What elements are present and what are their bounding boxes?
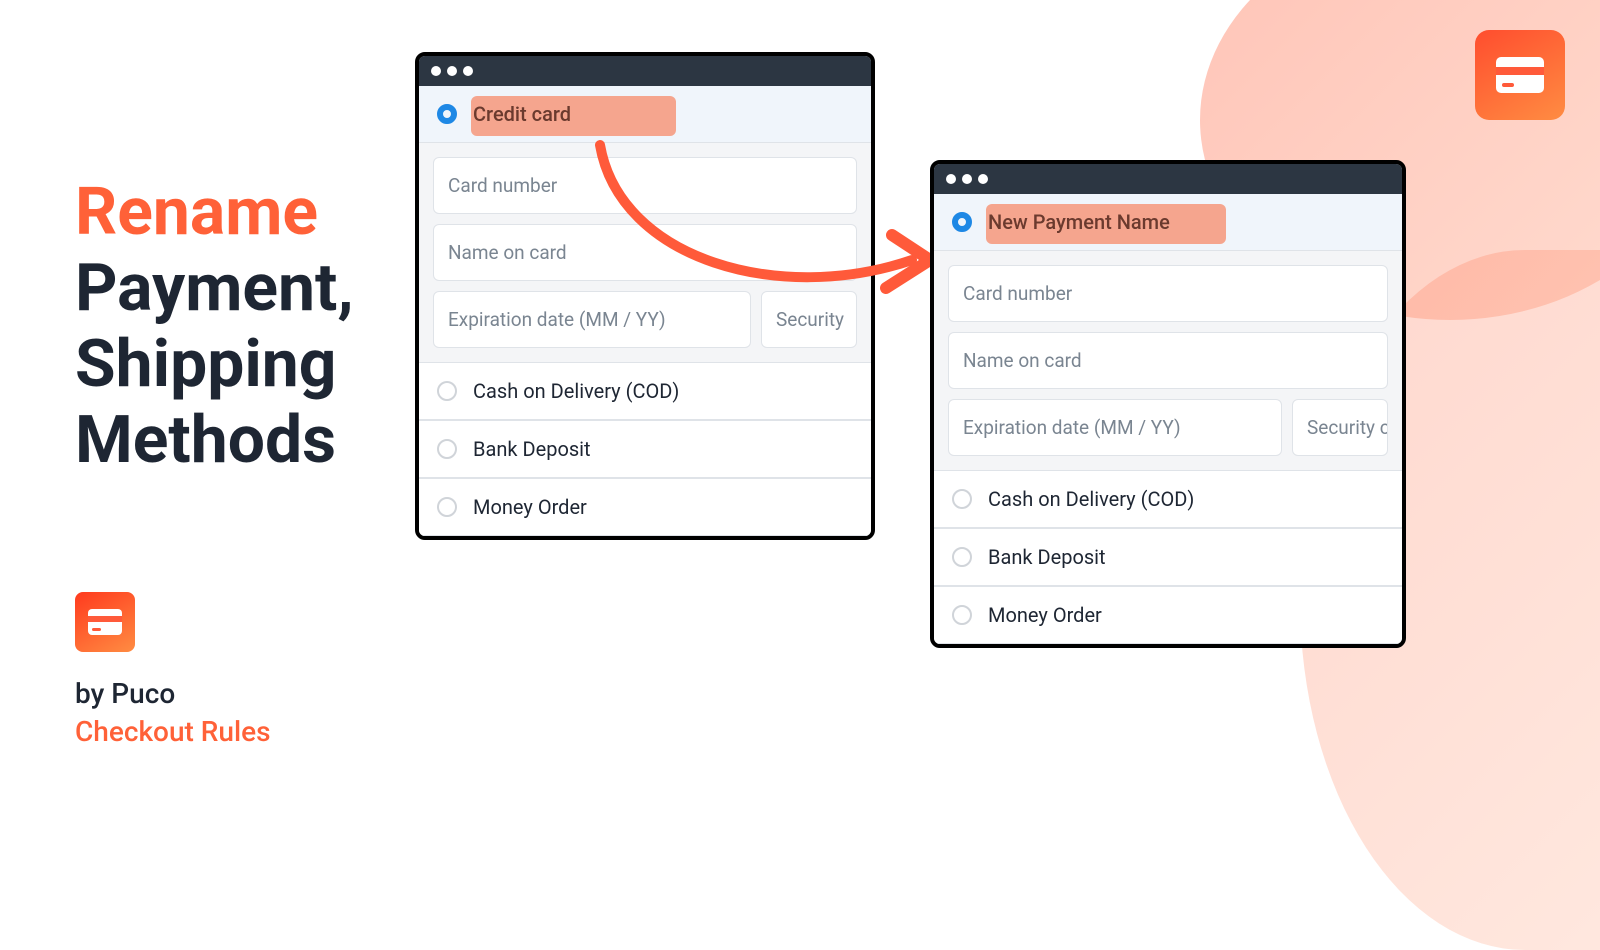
option-label: Bank Deposit — [988, 545, 1106, 569]
heading-shipping: Shipping — [75, 327, 354, 403]
option-label: Cash on Delivery (COD) — [988, 487, 1194, 511]
radio-selected-icon — [952, 212, 972, 232]
card-badge-icon — [1475, 30, 1565, 120]
heading-methods: Methods — [75, 403, 354, 479]
option-label: Bank Deposit — [473, 437, 591, 461]
after-window: New Payment Name Card number Name on car… — [930, 160, 1406, 648]
name-on-card-field[interactable]: Name on card — [433, 224, 857, 281]
card-number-field[interactable]: Card number — [948, 265, 1388, 322]
radio-icon — [952, 605, 972, 625]
option-label: Money Order — [473, 495, 587, 519]
payment-option-money-order[interactable]: Money Order — [419, 478, 871, 536]
radio-icon — [952, 547, 972, 567]
radio-icon — [952, 489, 972, 509]
payment-option-cod[interactable]: Cash on Delivery (COD) — [419, 362, 871, 420]
byline-product: Checkout Rules — [75, 713, 271, 751]
security-field[interactable]: Security c — [1292, 399, 1388, 456]
radio-icon — [437, 439, 457, 459]
radio-selected-icon — [437, 104, 457, 124]
payment-option-credit-card[interactable]: Credit card — [419, 86, 871, 143]
option-label: New Payment Name — [988, 210, 1170, 234]
window-titlebar — [419, 56, 871, 86]
byline-author: by Puco — [75, 675, 271, 713]
option-label: Credit card — [473, 102, 571, 126]
heading-rename: Rename — [75, 175, 354, 251]
radio-icon — [437, 381, 457, 401]
payment-option-bank[interactable]: Bank Deposit — [419, 420, 871, 478]
payment-option-money-order[interactable]: Money Order — [934, 586, 1402, 644]
radio-icon — [437, 497, 457, 517]
option-label: Cash on Delivery (COD) — [473, 379, 679, 403]
window-titlebar — [934, 164, 1402, 194]
expiration-field[interactable]: Expiration date (MM / YY) — [948, 399, 1282, 456]
option-label: Money Order — [988, 603, 1102, 627]
before-window: Credit card Card number Name on card Exp… — [415, 52, 875, 540]
card-number-field[interactable]: Card number — [433, 157, 857, 214]
security-field[interactable]: Security — [761, 291, 857, 348]
page-heading: Rename Payment, Shipping Methods — [75, 175, 354, 479]
card-fields: Card number Name on card Expiration date… — [934, 251, 1402, 470]
expiration-field[interactable]: Expiration date (MM / YY) — [433, 291, 751, 348]
card-fields: Card number Name on card Expiration date… — [419, 143, 871, 362]
payment-option-renamed[interactable]: New Payment Name — [934, 194, 1402, 251]
payment-option-bank[interactable]: Bank Deposit — [934, 528, 1402, 586]
payment-option-cod[interactable]: Cash on Delivery (COD) — [934, 470, 1402, 528]
app-logo-icon — [75, 592, 135, 652]
heading-payment: Payment, — [75, 251, 354, 327]
name-on-card-field[interactable]: Name on card — [948, 332, 1388, 389]
byline: by Puco Checkout Rules — [75, 675, 271, 751]
